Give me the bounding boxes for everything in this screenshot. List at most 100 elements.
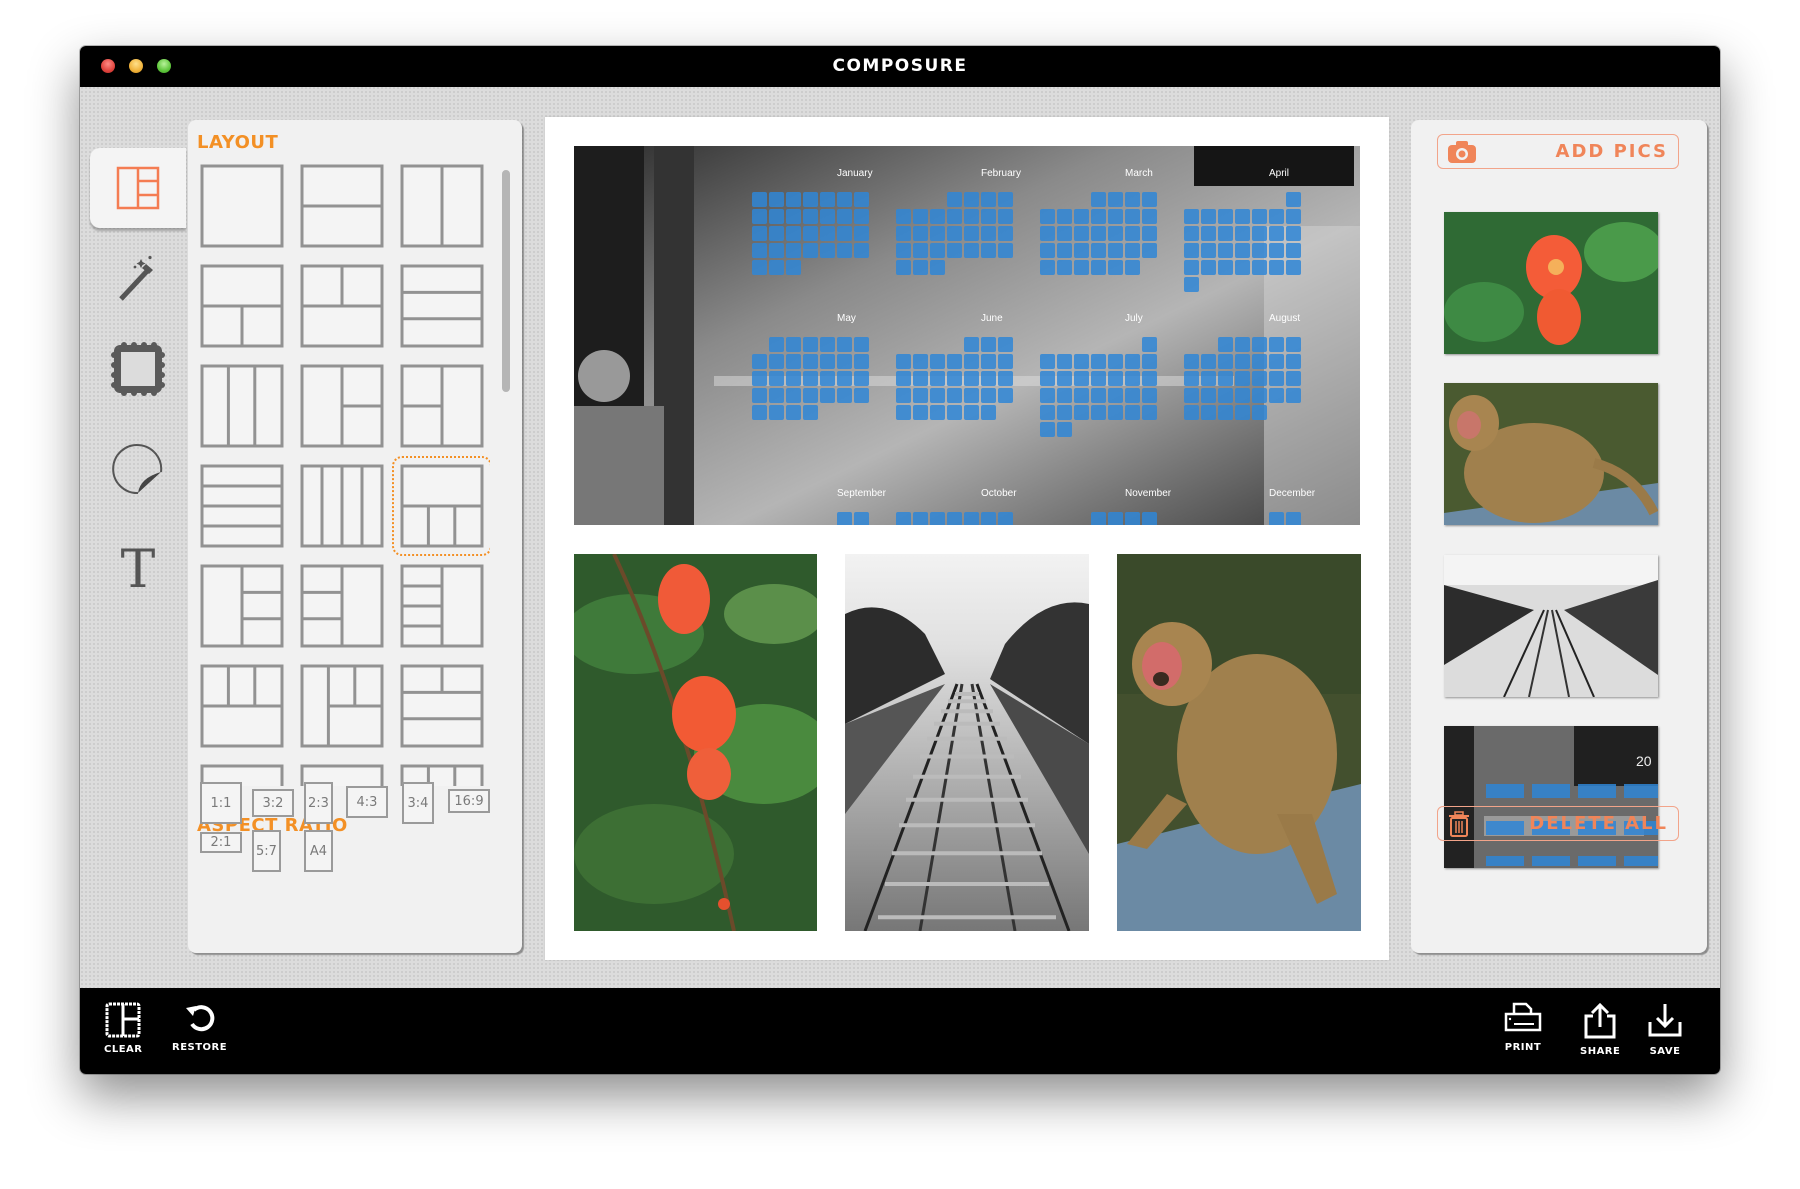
calendar-day-cell [769, 243, 784, 258]
layout-option-three-rows[interactable] [400, 264, 484, 348]
calendar-day-cell [837, 243, 852, 258]
calendar-day-cell [930, 226, 945, 241]
tool-effects[interactable] [90, 240, 186, 320]
calendar-day-cell [803, 371, 818, 386]
calendar-day-cell [1125, 371, 1140, 386]
calendar-day-cell [1057, 260, 1072, 275]
aspect-ratio-16-9[interactable]: 16:9 [448, 789, 490, 813]
calendar-day-cell [1235, 405, 1250, 420]
layout-option-left-three-rows-right-tall[interactable] [400, 564, 484, 648]
market-calendar-thumbnail-image: 20 [1444, 726, 1658, 868]
calendar-day-cell [1218, 226, 1233, 241]
layout-four-columns-icon [300, 464, 384, 548]
calendar-day-cell [947, 354, 962, 369]
railway-thumbnail-image [1444, 555, 1658, 697]
clear-button[interactable]: CLEAR [104, 1002, 142, 1055]
layout-option-four-rows[interactable] [200, 464, 284, 548]
print-button[interactable]: PRINT [1504, 1002, 1542, 1053]
thumbnail-market-calendar[interactable]: 20 [1444, 726, 1658, 868]
calendar-day-cell [930, 405, 945, 420]
calendar-day-cell [1286, 260, 1301, 275]
photo-slot-top[interactable]: January February March April May June July Augu… [574, 146, 1360, 525]
calendar-day-cell [1057, 209, 1072, 224]
aspect-ratio-4-3[interactable]: 4:3 [346, 786, 388, 818]
layout-option-left-three-right-tall[interactable] [300, 564, 384, 648]
aspect-ratio-2-1[interactable]: 2:1 [200, 832, 242, 853]
pomegranate-photo [574, 554, 817, 931]
calendar-month-label: March [1125, 168, 1153, 179]
thumbnail-pomegranate[interactable] [1444, 212, 1658, 354]
layout-top-wide-bottom-two-icon [200, 264, 284, 348]
calendar-day-cell [1040, 243, 1055, 258]
calendar-day-cell [752, 371, 767, 386]
restore-button[interactable]: RESTORE [172, 1002, 227, 1053]
photo-slot-bottom-middle[interactable] [845, 554, 1089, 931]
aspect-ratio-1-1[interactable]: 1:1 [200, 782, 242, 824]
calendar-day-cell [1074, 354, 1089, 369]
layout-option-two-rows[interactable] [300, 164, 384, 248]
tool-layout[interactable] [90, 148, 186, 228]
layout-option-single[interactable] [200, 164, 284, 248]
share-button[interactable]: SHARE [1580, 1002, 1620, 1057]
calendar-month-label: May [837, 313, 856, 324]
printer-icon [1504, 1002, 1542, 1032]
calendar-day-cell [1108, 226, 1123, 241]
photo-slot-bottom-right[interactable] [1117, 554, 1361, 931]
delete-all-button[interactable]: DELETE ALL [1437, 806, 1679, 841]
calendar-day-cell [752, 405, 767, 420]
calendar-day-cell [1040, 260, 1055, 275]
calendar-day-cell [913, 388, 928, 403]
layout-two-columns-icon [400, 164, 484, 248]
layout-option-top-wide-bottom-two[interactable] [200, 264, 284, 348]
layout-option-top-two-then-two-rows[interactable] [400, 664, 484, 748]
layout-left-three-right-tall-icon [300, 564, 384, 648]
tool-text[interactable]: T [90, 530, 186, 610]
calendar-day-cell [1269, 354, 1284, 369]
photo-slot-bottom-left[interactable] [574, 554, 817, 931]
calendar-day-cell [854, 226, 869, 241]
layout-option-four-columns[interactable] [300, 464, 384, 548]
aspect-ratio-3-4[interactable]: 3:4 [402, 782, 434, 824]
layout-option-left-tall-right-three[interactable] [200, 564, 284, 648]
calendar-day-cell [1218, 337, 1233, 352]
calendar-day-cell [1108, 209, 1123, 224]
layout-option-top-three-bottom-wide[interactable] [200, 664, 284, 748]
calendar-day-cell [1091, 512, 1106, 525]
thumbnail-monkey[interactable] [1444, 383, 1658, 525]
layout-option-left-two-right-tall[interactable] [400, 364, 484, 448]
tool-frame[interactable] [90, 329, 186, 409]
layout-option-left-tall-right-two-over-one[interactable] [300, 664, 384, 748]
calendar-day-cell [1286, 354, 1301, 369]
calendar-day-cell [947, 405, 962, 420]
calendar-day-cell [1201, 260, 1216, 275]
aspect-ratio-5-7[interactable]: 5:7 [252, 830, 281, 872]
layout-option-two-columns[interactable] [400, 164, 484, 248]
layout-option-top-wide-bottom-three[interactable] [392, 456, 490, 556]
calendar-day-cell [1252, 260, 1267, 275]
calendar-day-cell [964, 388, 979, 403]
calendar-day-cell [854, 354, 869, 369]
calendar-day-cell [1235, 388, 1250, 403]
layout-option-top-two-bottom-wide[interactable] [300, 264, 384, 348]
layout-scrollbar[interactable] [502, 170, 510, 392]
aspect-ratio-2-3[interactable]: 2:3 [304, 782, 333, 824]
calendar-day-cell [1108, 512, 1123, 525]
save-button[interactable]: SAVE [1647, 1002, 1683, 1057]
calendar-day-cell [1269, 337, 1284, 352]
tool-sticker[interactable] [90, 430, 186, 510]
calendar-day-cell [803, 243, 818, 258]
layout-option-left-tall-right-two[interactable] [300, 364, 384, 448]
add-pics-button[interactable]: ADD PICS [1437, 134, 1679, 169]
aspect-ratio-a4[interactable]: A4 [304, 830, 333, 872]
calendar-day-cell [896, 243, 911, 258]
calendar-day-cell [786, 209, 801, 224]
thumbnail-railway[interactable] [1444, 555, 1658, 697]
calendar-day-cell [1108, 405, 1123, 420]
restore-label: RESTORE [172, 1042, 228, 1053]
calendar-day-cell [981, 405, 996, 420]
layout-option-three-columns[interactable] [200, 364, 284, 448]
calendar-day-cell [1184, 209, 1199, 224]
calendar-day-cell [1074, 388, 1089, 403]
aspect-ratio-3-2[interactable]: 3:2 [252, 789, 294, 817]
calendar-day-cell [837, 371, 852, 386]
